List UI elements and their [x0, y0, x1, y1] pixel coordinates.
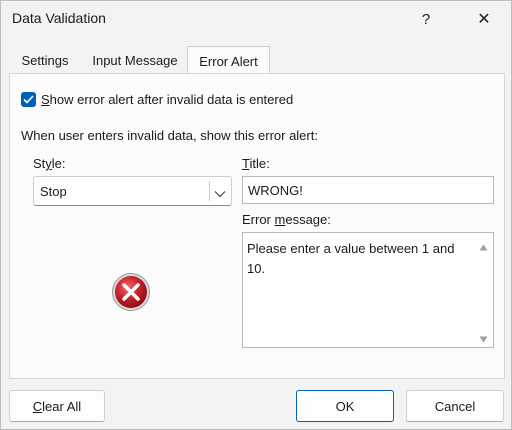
section-label: When user enters invalid data, show this…: [21, 128, 318, 143]
error-message-textarea[interactable]: Please enter a value between 1 and 10.: [242, 232, 494, 348]
title-input-value: WRONG!: [248, 183, 303, 198]
tab-strip: Settings Input Message Error Alert: [9, 46, 505, 75]
dialog-title: Data Validation: [12, 10, 106, 26]
show-error-alert-row[interactable]: Show error alert after invalid data is e…: [21, 92, 293, 107]
chevron-down-icon[interactable]: [214, 186, 226, 201]
close-icon: ✕: [477, 11, 491, 28]
close-button[interactable]: ✕: [461, 1, 507, 37]
title-bar: Data Validation ? ✕: [1, 1, 511, 37]
show-error-alert-checkbox[interactable]: [21, 92, 36, 107]
style-dropdown[interactable]: Stop: [33, 176, 232, 206]
error-message-value: Please enter a value between 1 and 10.: [247, 241, 455, 276]
ok-button[interactable]: OK: [296, 390, 394, 422]
checkmark-icon: [23, 95, 34, 104]
cancel-button[interactable]: Cancel: [406, 390, 504, 422]
clear-all-button[interactable]: Clear All: [9, 390, 105, 422]
tab-input-message[interactable]: Input Message: [81, 46, 189, 74]
style-label: Style:: [33, 156, 66, 171]
tab-settings[interactable]: Settings: [9, 46, 81, 74]
title-input[interactable]: WRONG!: [242, 176, 494, 204]
style-dropdown-value: Stop: [40, 184, 67, 199]
scroll-up-arrow-icon[interactable]: [479, 239, 488, 254]
show-error-alert-label: Show error alert after invalid data is e…: [41, 92, 294, 107]
error-alert-panel: Show error alert after invalid data is e…: [9, 73, 505, 379]
help-button[interactable]: ?: [403, 1, 449, 37]
scroll-down-arrow-icon[interactable]: [479, 331, 488, 346]
error-message-label: Error message:: [242, 212, 331, 227]
help-icon: ?: [421, 10, 431, 28]
data-validation-dialog: Data Validation ? ✕ Settings Input Messa…: [0, 0, 512, 430]
title-label: Title:: [242, 156, 270, 171]
dropdown-divider: [209, 181, 210, 201]
tab-error-alert[interactable]: Error Alert: [187, 46, 270, 75]
stop-error-icon: [111, 272, 151, 315]
textarea-scrollbar[interactable]: [475, 233, 493, 347]
